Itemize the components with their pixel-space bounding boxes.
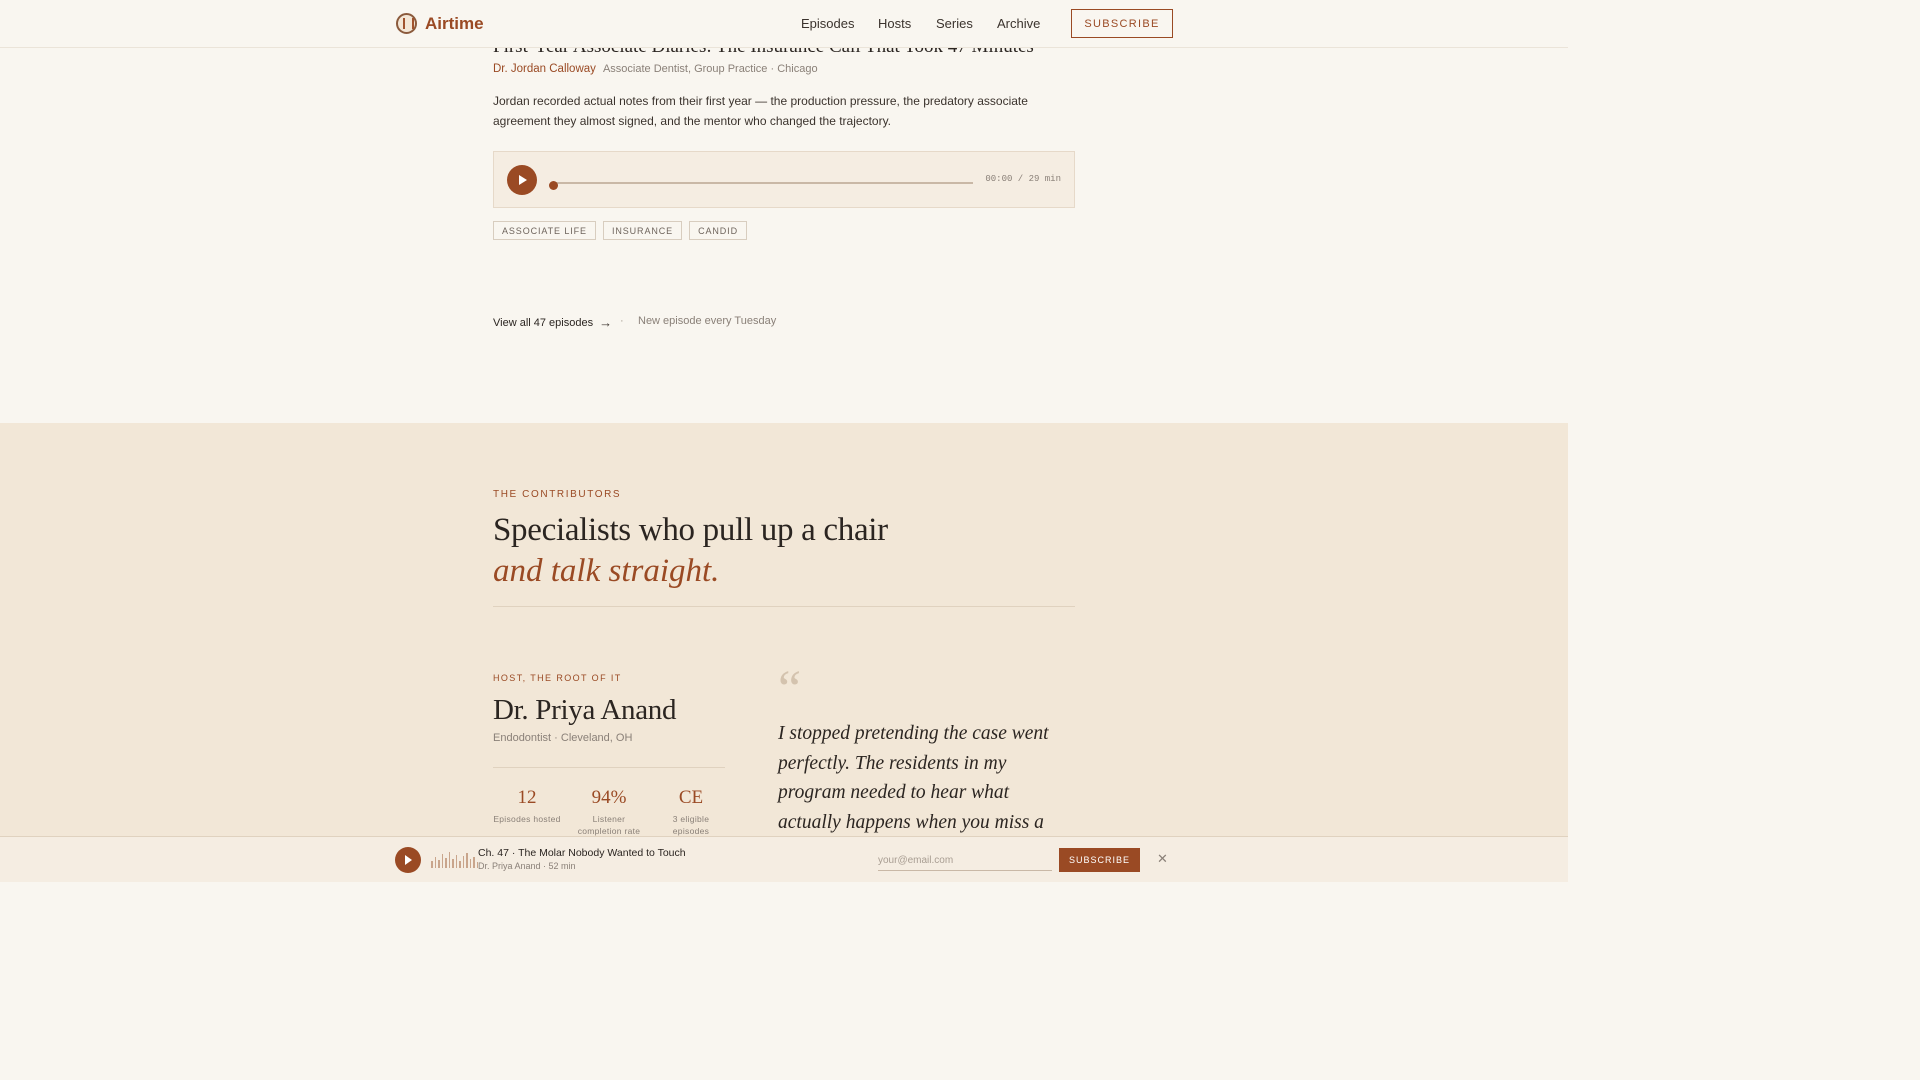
audio-player: 00:00 / 29 min [493,151,1075,208]
quote-mark-icon: “ [778,661,802,718]
divider [493,606,1075,607]
episode-author-role: Associate Dentist, Group Practice · Chic… [602,63,818,75]
tag[interactable]: INSURANCE [602,221,683,240]
close-icon[interactable]: ✕ [1157,852,1168,865]
subscribe-button[interactable]: SUBSCRIBE [1071,9,1173,38]
waveform-icon [431,852,478,868]
logo[interactable]: Airtime [396,13,484,34]
tag[interactable]: ASSOCIATE LIFE [493,221,596,240]
episode-description: Jordan recorded actual notes from their … [493,94,1028,128]
progress-handle[interactable] [549,181,558,190]
episode-author[interactable]: Dr. Jordan Calloway [493,63,596,75]
nav-item-episodes[interactable]: Episodes [801,16,854,31]
view-all-episodes-link[interactable]: View all 47 episodes → [493,315,612,330]
progress-track[interactable] [553,182,973,184]
host-name[interactable]: Dr. Priya Anand [493,694,676,727]
stat-label: 3 eligible episodes [672,814,710,836]
view-all-label: View all 47 episodes [493,316,594,329]
section-headline: Specialists who pull up a chair [493,512,888,548]
separator: · [620,315,624,327]
stat-value: CE [678,787,704,808]
logo-text: Airtime [425,13,484,33]
email-field[interactable] [878,851,1052,871]
logo-icon [396,13,417,34]
play-icon[interactable] [507,165,537,195]
arrow-right-icon: → [599,315,613,330]
nav-item-series[interactable]: Series [936,16,973,31]
section-eyebrow: THE CONTRIBUTORS [493,489,622,500]
host-eyebrow: HOST, THE ROOT OF IT [493,673,622,683]
divider [493,767,725,768]
nav-item-hosts[interactable]: Hosts [878,16,911,31]
newsletter-subscribe-button[interactable]: SUBSCRIBE [1059,848,1140,872]
now-playing-subtitle: Dr. Priya Anand · 52 min [478,861,576,871]
nav-item-archive[interactable]: Archive [997,16,1040,31]
stat-episodes-hosted: 12 Episodes hosted [491,787,563,825]
episode-tags: ASSOCIATE LIFE INSURANCE CANDID [493,221,747,240]
site-header: Airtime Episodes Hosts Series Archive SU… [0,0,1568,48]
stat-value: 12 [517,787,537,808]
now-playing-title[interactable]: Ch. 47 · The Molar Nobody Wanted to Touc… [478,847,686,859]
release-cadence: New episode every Tuesday [638,315,777,327]
host-location: Endodontist · Cleveland, OH [493,732,633,744]
episode-meta: Dr. Jordan Calloway Associate Dentist, G… [493,63,818,75]
tag[interactable]: CANDID [689,221,747,240]
stat-label: Listener completion rate [577,814,641,836]
stat-completion-rate: 94% Listener completion rate [573,787,645,837]
stat-label: Episodes hosted [493,814,561,824]
section-headline-emphasis: and talk straight. [493,553,720,589]
stat-ce-eligible: CE 3 eligible episodes [655,787,727,837]
host-quote: I stopped pretending the case went perfe… [778,723,1049,833]
stat-value: 94% [591,787,627,808]
sticky-player-bar: Ch. 47 · The Molar Nobody Wanted to Touc… [0,836,1568,882]
player-time: 00:00 / 29 min [985,174,1061,184]
play-icon[interactable] [395,847,421,873]
